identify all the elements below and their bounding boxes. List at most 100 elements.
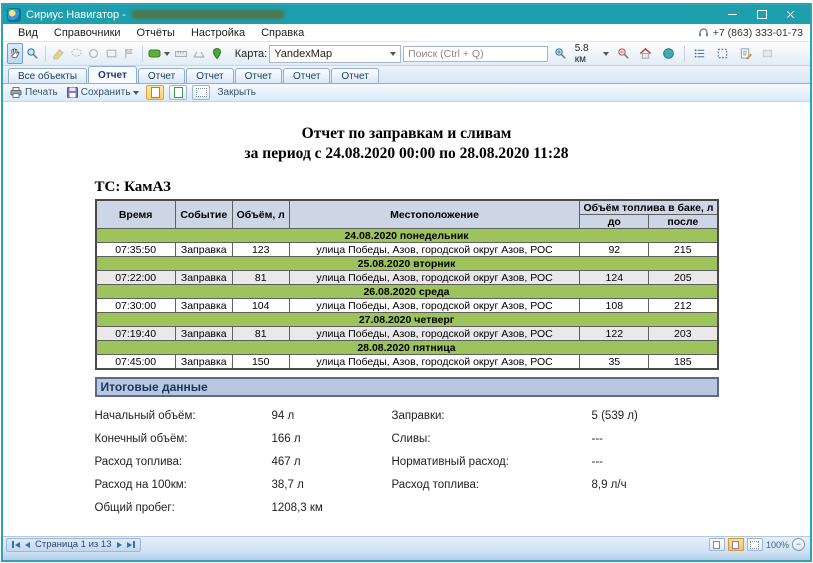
menu-view[interactable]: Вид bbox=[10, 27, 46, 39]
minimize-button[interactable] bbox=[718, 5, 747, 24]
tab-all-objects[interactable]: Все объекты bbox=[8, 68, 87, 83]
zoom-in-icon bbox=[554, 47, 567, 60]
prev-page-button[interactable] bbox=[25, 542, 30, 548]
circle-select-button[interactable] bbox=[86, 43, 102, 64]
summary-value: --- bbox=[592, 456, 719, 468]
track-button[interactable] bbox=[209, 43, 225, 64]
globe-icon bbox=[662, 47, 675, 60]
disabled-tool-button[interactable] bbox=[757, 43, 778, 64]
table-row: 07:30:00 Заправка 104 улица Победы, Азов… bbox=[96, 299, 718, 313]
tab-report-5[interactable]: Отчет bbox=[283, 68, 330, 83]
toolbar-separator bbox=[684, 46, 685, 62]
main-toolbar: Карта: YandexMap 5.8 км bbox=[3, 41, 810, 66]
fit-width-icon bbox=[732, 541, 739, 549]
pan-tool-button[interactable] bbox=[7, 43, 23, 64]
cell-before: 108 bbox=[580, 299, 649, 313]
last-page-button[interactable] bbox=[127, 541, 135, 548]
print-button[interactable]: Печать bbox=[8, 87, 60, 98]
menu-help[interactable]: Справка bbox=[253, 27, 312, 39]
flag-button[interactable] bbox=[121, 43, 137, 64]
cell-time: 07:30:00 bbox=[96, 299, 176, 313]
save-label: Сохранить bbox=[81, 87, 131, 98]
menu-settings[interactable]: Настройка bbox=[183, 27, 253, 39]
zoom-out-button[interactable] bbox=[613, 43, 634, 64]
view-multi-page-button[interactable] bbox=[747, 538, 763, 551]
chevron-down-icon bbox=[164, 52, 170, 56]
tab-report-6[interactable]: Отчет bbox=[331, 68, 378, 83]
page-view-button[interactable] bbox=[146, 85, 164, 100]
page-icon bbox=[151, 87, 160, 98]
zoom-in-button[interactable] bbox=[550, 43, 571, 64]
day-label: 26.08.2020 среда bbox=[96, 285, 718, 299]
edit-polygon-icon bbox=[52, 47, 65, 60]
tab-report-3[interactable]: Отчет bbox=[186, 68, 233, 83]
view-single-page-button[interactable] bbox=[709, 538, 725, 551]
col-tank: Объём топлива в баке, л bbox=[580, 200, 718, 215]
first-page-button[interactable] bbox=[12, 541, 20, 548]
home-button[interactable] bbox=[636, 43, 657, 64]
summary-label: Сливы: bbox=[392, 433, 592, 445]
single-page-icon bbox=[713, 541, 720, 549]
toolbar-separator bbox=[142, 46, 143, 62]
window-controls bbox=[718, 5, 805, 24]
window-title: Сириус Навигатор - bbox=[26, 9, 126, 21]
minimize-icon bbox=[728, 14, 737, 15]
layers-button[interactable] bbox=[147, 43, 171, 64]
cell-event: Заправка bbox=[175, 271, 232, 285]
zoom-select-button[interactable] bbox=[25, 43, 41, 64]
map-scale-dropdown[interactable]: 5.8 км bbox=[573, 43, 611, 65]
object-list-button[interactable] bbox=[690, 43, 711, 64]
save-button[interactable]: Сохранить bbox=[65, 87, 142, 98]
menu-reports[interactable]: Отчёты bbox=[129, 27, 183, 39]
col-before: до bbox=[580, 215, 649, 229]
tab-report-active[interactable]: Отчет bbox=[88, 66, 137, 83]
close-report-button[interactable]: Закрыть bbox=[215, 87, 258, 98]
day-band: 28.08.2020 пятница bbox=[96, 341, 718, 355]
tab-report-2[interactable]: Отчет bbox=[138, 68, 185, 83]
table-row: 07:45:00 Заправка 150 улица Победы, Азов… bbox=[96, 355, 718, 370]
cell-time: 07:45:00 bbox=[96, 355, 176, 370]
fit-icon bbox=[196, 88, 207, 97]
edit-area-button[interactable] bbox=[51, 43, 67, 64]
rect-select-button[interactable] bbox=[103, 43, 119, 64]
notes-button[interactable] bbox=[735, 43, 756, 64]
globe-button[interactable] bbox=[658, 43, 679, 64]
tab-label: Отчет bbox=[245, 71, 272, 82]
menu-directories[interactable]: Справочники bbox=[46, 27, 129, 39]
selection-frame-icon bbox=[716, 47, 729, 60]
cell-location: улица Победы, Азов, городской округ Азов… bbox=[289, 271, 580, 285]
chevron-down-icon bbox=[133, 91, 139, 95]
next-page-icon bbox=[117, 542, 122, 548]
report-body: Отчет по заправкам и сливам за период с … bbox=[95, 102, 719, 525]
map-select[interactable]: YandexMap bbox=[269, 45, 401, 63]
maximize-button[interactable] bbox=[747, 5, 776, 24]
view-fit-width-button[interactable] bbox=[728, 538, 744, 551]
page-width-button[interactable] bbox=[169, 85, 187, 100]
ruler-button[interactable] bbox=[173, 43, 189, 64]
prev-page-icon bbox=[25, 542, 30, 548]
search-input[interactable] bbox=[403, 46, 548, 62]
close-label: Закрыть bbox=[217, 87, 256, 98]
page-navigation: Страница 1 из 13 bbox=[6, 538, 141, 552]
day-band: 27.08.2020 четверг bbox=[96, 313, 718, 327]
tab-label: Отчет bbox=[341, 71, 368, 82]
summary-value: 166 л bbox=[272, 433, 392, 445]
cell-time: 07:22:00 bbox=[96, 271, 176, 285]
cell-volume: 81 bbox=[232, 271, 289, 285]
lasso-button[interactable] bbox=[68, 43, 84, 64]
close-button[interactable] bbox=[776, 5, 805, 24]
selection-frame-button[interactable] bbox=[712, 43, 733, 64]
zoom-out-slider-button[interactable]: − bbox=[792, 538, 805, 551]
tab-report-4[interactable]: Отчет bbox=[235, 68, 282, 83]
minus-icon: − bbox=[796, 540, 801, 549]
summary-value: 8,9 л/ч bbox=[592, 479, 719, 491]
next-page-button[interactable] bbox=[117, 542, 122, 548]
fit-page-button[interactable] bbox=[192, 85, 210, 100]
tab-strip: Все объекты Отчет Отчет Отчет Отчет Отче… bbox=[3, 66, 810, 84]
cell-after: 212 bbox=[649, 299, 718, 313]
titlebar[interactable]: Сириус Навигатор - bbox=[3, 5, 810, 24]
col-after: после bbox=[649, 215, 718, 229]
cell-volume: 81 bbox=[232, 327, 289, 341]
print-icon bbox=[10, 87, 22, 98]
ruler-path-button[interactable] bbox=[191, 43, 207, 64]
